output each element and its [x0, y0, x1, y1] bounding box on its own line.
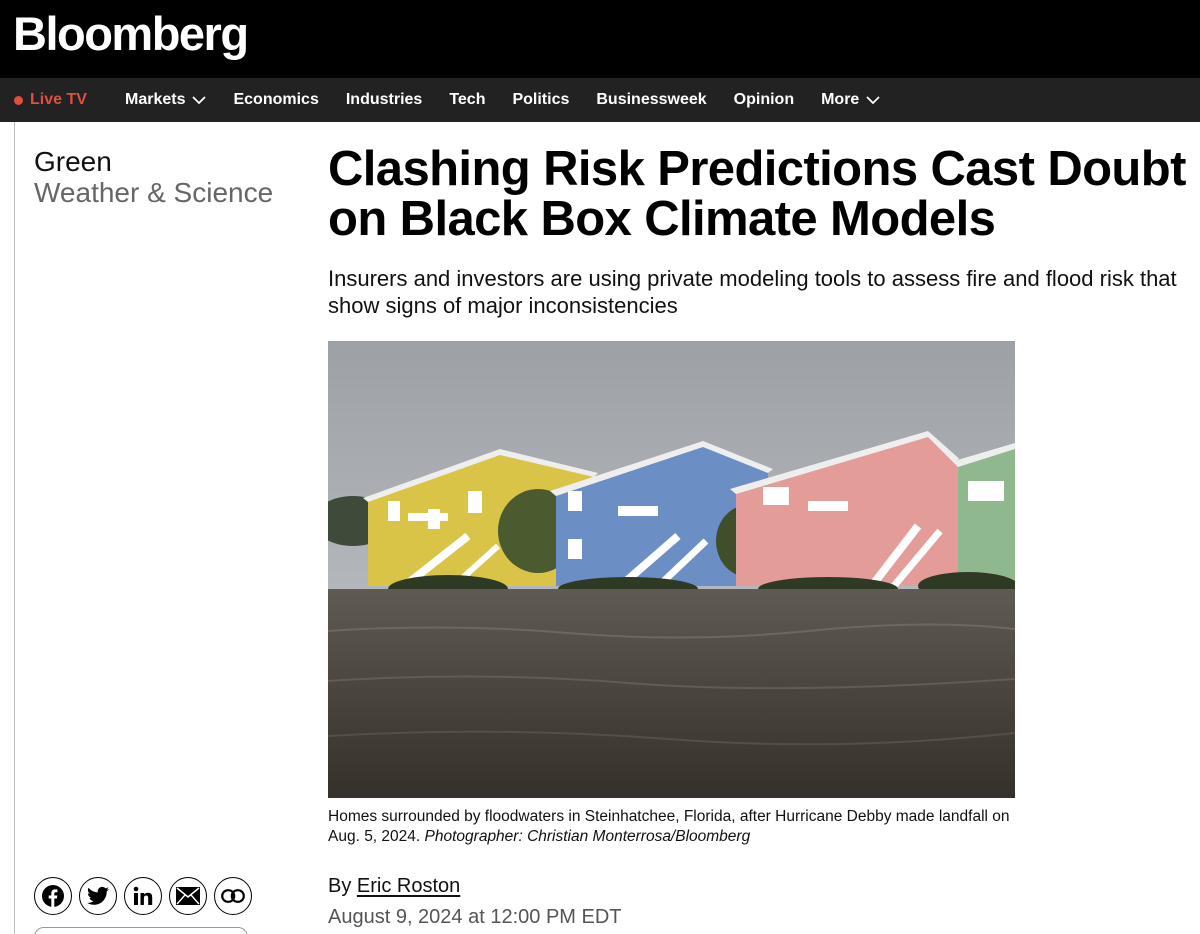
email-icon	[176, 887, 200, 905]
nav-item-industries[interactable]: Industries	[346, 91, 422, 109]
share-bar	[34, 877, 259, 915]
publish-date: August 9, 2024 at 12:00 PM EDT	[328, 906, 622, 928]
bloomberg-logo[interactable]: Bloomberg	[13, 4, 249, 64]
chevron-down-icon	[866, 96, 880, 105]
nav-live-tv[interactable]: Live TV	[14, 78, 87, 122]
section-secondary[interactable]: Weather & Science	[34, 177, 274, 208]
gift-article-button[interactable]	[34, 927, 248, 934]
nav-item-businessweek[interactable]: Businessweek	[596, 91, 706, 109]
linkedin-icon	[133, 886, 153, 905]
share-twitter-button[interactable]	[79, 877, 117, 915]
nav-item-label: Economics	[233, 91, 319, 108]
site-header: Bloomberg	[0, 0, 1200, 78]
nav-item-label: Politics	[512, 91, 570, 108]
nav-item-more[interactable]: More	[821, 91, 880, 109]
article-dek: Insurers and investors are using private…	[328, 266, 1177, 318]
share-email-button[interactable]	[169, 877, 207, 915]
nav-item-opinion[interactable]: Opinion	[734, 91, 794, 109]
link-icon	[221, 889, 245, 903]
nav-live-tv-label: Live TV	[30, 91, 87, 108]
share-copy-link-button[interactable]	[214, 877, 252, 915]
live-dot-icon	[14, 95, 23, 105]
photo-caption: Homes surrounded by floodwaters in Stein…	[328, 807, 1028, 847]
nav-item-label: Businessweek	[596, 91, 707, 108]
share-facebook-button[interactable]	[34, 877, 72, 915]
nav-item-politics[interactable]: Politics	[512, 91, 569, 109]
twitter-icon	[87, 886, 109, 905]
section-label: Green Weather & Science	[34, 146, 274, 208]
section-primary[interactable]: Green	[34, 146, 274, 177]
facebook-icon	[42, 885, 64, 907]
photo-credit: Photographer: Christian Monterrosa/Bloom…	[424, 828, 751, 845]
nav-item-label: More	[821, 91, 860, 108]
byline-prefix: By	[328, 875, 352, 897]
main-nav: Live TV Markets Economics Industries Tec…	[0, 78, 1200, 122]
lead-photo	[328, 341, 1015, 798]
author-link[interactable]: Eric Roston	[357, 875, 460, 897]
byline: By Eric Roston	[328, 875, 460, 898]
nav-item-markets[interactable]: Markets	[125, 91, 207, 109]
nav-item-label: Opinion	[733, 91, 795, 108]
nav-item-label: Industries	[345, 91, 423, 108]
nav-items: Markets Economics Industries Tech Politi…	[125, 78, 907, 122]
nav-item-tech[interactable]: Tech	[449, 91, 485, 109]
left-divider	[14, 122, 15, 934]
share-linkedin-button[interactable]	[124, 877, 162, 915]
chevron-down-icon	[192, 96, 207, 105]
nav-item-economics[interactable]: Economics	[233, 91, 318, 109]
nav-item-label: Markets	[125, 91, 186, 108]
article-headline: Clashing Risk Predictions Cast Doubt on …	[328, 142, 1186, 246]
nav-item-label: Tech	[449, 91, 486, 108]
